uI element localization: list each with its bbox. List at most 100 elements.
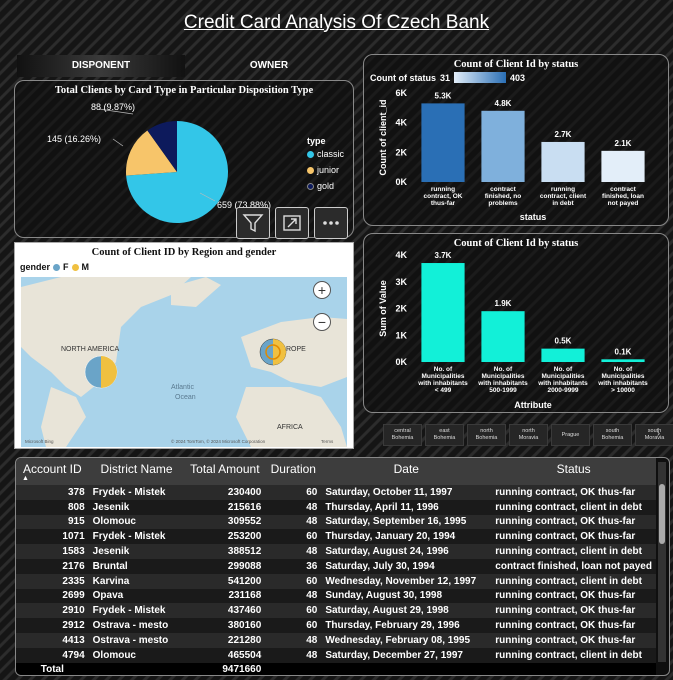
bar[interactable] bbox=[541, 141, 585, 182]
y-tick-label: 4K bbox=[395, 250, 407, 260]
cell-status: running contract, OK thus-far bbox=[491, 588, 656, 604]
tab-owner[interactable]: OWNER bbox=[185, 55, 353, 77]
pie-label-gold: 88 (9.87%) bbox=[91, 102, 135, 112]
bar[interactable] bbox=[421, 263, 465, 362]
table-row[interactable]: 2335 Karvina 541200 60 Wednesday, November 1… bbox=[16, 573, 656, 589]
cell-status: running contract, client in debt bbox=[491, 573, 656, 589]
bar[interactable] bbox=[481, 311, 525, 362]
bar[interactable] bbox=[481, 110, 525, 182]
bar[interactable] bbox=[601, 150, 645, 182]
y-tick-label: 4K bbox=[395, 118, 407, 128]
x-category-label: No. of bbox=[554, 366, 573, 373]
column-header-duration[interactable]: Duration bbox=[265, 458, 322, 485]
cell-date: Thursday, February 29, 1996 bbox=[321, 618, 492, 633]
cell-district-name: Ostrava - mesto bbox=[88, 618, 185, 633]
gold-legend-dot bbox=[307, 182, 314, 190]
x-category-label: Municipalities bbox=[542, 373, 585, 380]
bar[interactable] bbox=[541, 348, 585, 362]
table-row[interactable]: 1583 Jesenik 388512 48 Saturday, August 24, … bbox=[16, 544, 656, 559]
cell-duration: 60 bbox=[265, 618, 322, 633]
column-header-total-amount[interactable]: Total Amount bbox=[184, 458, 266, 485]
cell-district-name: Opava bbox=[88, 588, 185, 604]
legend-item-gold[interactable]: gold bbox=[307, 181, 334, 191]
cell-status: contract finished, loan not payed bbox=[491, 558, 656, 574]
slicer-next-arrow-icon[interactable]: › bbox=[657, 428, 660, 438]
tab-disponent[interactable]: DISPONENT bbox=[17, 55, 185, 77]
bar[interactable] bbox=[421, 103, 465, 182]
column-header-account-id[interactable]: Account ID ▲ bbox=[16, 458, 89, 485]
cell-duration: 36 bbox=[265, 558, 322, 574]
cell-duration: 60 bbox=[265, 485, 322, 500]
cell-status: running contract, OK thus-far bbox=[491, 529, 656, 545]
zoom-out-button[interactable]: − bbox=[313, 313, 331, 331]
x-category-label: running bbox=[551, 186, 575, 193]
table-row[interactable]: 4794 Olomouc 465504 48 Saturday, December 27… bbox=[16, 647, 656, 663]
region-slicer: central Bohemia east Bohemia north Bohemia … bbox=[383, 424, 673, 446]
table-scroll-thumb[interactable] bbox=[659, 484, 665, 544]
table-header-row: Account ID ▲ District Name Total Amount D… bbox=[16, 458, 656, 485]
table-row[interactable]: 2910 Frydek - Mistek 437460 60 Saturday, Aug… bbox=[16, 603, 656, 619]
status-bar-chart-panel: Count of Client Id by status Count of st… bbox=[363, 54, 669, 226]
x-category-label: No. of bbox=[434, 366, 453, 373]
female-legend-dot bbox=[53, 263, 61, 271]
table-row[interactable]: 808 Jesenik 215616 48 Thursday, April 11, 19… bbox=[16, 499, 656, 515]
cell-duration: 60 bbox=[265, 529, 322, 545]
cell-district-name: Karvina bbox=[88, 573, 185, 589]
x-category-label: Municipalities bbox=[422, 373, 465, 380]
more-options-icon[interactable] bbox=[314, 207, 348, 239]
municipalities-bar-chart[interactable]: 0K1K2K3K4KSum of Value3.7KNo. ofMunicipa… bbox=[364, 234, 670, 414]
y-axis-label: Count of client_id bbox=[378, 100, 388, 176]
cell-date: Wednesday, February 08, 1995 bbox=[321, 632, 492, 648]
cell-date: Saturday, December 27, 1997 bbox=[321, 647, 492, 663]
y-tick-label: 0K bbox=[395, 357, 407, 367]
cell-district-name: Olomouc bbox=[88, 514, 185, 530]
table-row[interactable]: 2176 Bruntal 299088 36 Saturday, July 30, 19… bbox=[16, 558, 656, 574]
dashboard-title: Credit Card Analysis Of Czech Bank bbox=[183, 12, 490, 33]
status-bar-chart[interactable]: 0K2K4K6KCount of client_id5.3Krunningcon… bbox=[364, 55, 670, 227]
cell-district-name: Jesenik bbox=[88, 499, 185, 515]
table-total-row: Total 9471660 bbox=[16, 662, 656, 675]
x-category-label: with inhabitants bbox=[597, 380, 648, 387]
slicer-south-moravia[interactable]: south Moravia bbox=[635, 424, 673, 446]
x-category-label: with inhabitants bbox=[537, 380, 588, 387]
visual-header-toolbar bbox=[236, 207, 348, 239]
bar-data-label: 1.9K bbox=[495, 299, 512, 308]
slicer-south-bohemia[interactable]: south Bohemia bbox=[593, 424, 632, 446]
cell-account-id: 378 bbox=[16, 485, 89, 500]
table-row[interactable]: 2912 Ostrava - mesto 380160 60 Thursday, Feb… bbox=[16, 618, 656, 633]
bar[interactable] bbox=[601, 359, 645, 362]
total-label: Total bbox=[16, 662, 89, 675]
cell-status: running contract, OK thus-far bbox=[491, 603, 656, 619]
cell-district-name: Frydek - Mistek bbox=[88, 603, 185, 619]
table-row[interactable]: 915 Olomouc 309552 48 Saturday, September 16… bbox=[16, 514, 656, 530]
table-row[interactable]: 378 Frydek - Mistek 230400 60 Saturday, Octo… bbox=[16, 485, 656, 500]
cell-account-id: 2335 bbox=[16, 573, 89, 589]
column-header-status[interactable]: Status bbox=[491, 458, 656, 485]
municipalities-bar-chart-panel: Count of Client Id by status 0K 1K 2K 3K 4K S… bbox=[363, 233, 669, 413]
legend-item-classic[interactable]: classic bbox=[307, 149, 344, 159]
pie-label-junior: 145 (16.26%) bbox=[47, 134, 101, 144]
cell-date: Saturday, September 16, 1995 bbox=[321, 514, 492, 530]
column-header-date[interactable]: Date bbox=[321, 458, 492, 485]
slicer-north-bohemia[interactable]: north Bohemia bbox=[467, 424, 506, 446]
map-label-north-america: NORTH AMERICA bbox=[61, 346, 120, 353]
world-map[interactable]: NORTH AMERICA ROPE AFRICA Atlantic Ocean… bbox=[21, 277, 347, 447]
cell-total-amount: 221280 bbox=[184, 632, 266, 648]
cell-duration: 48 bbox=[265, 544, 322, 559]
cell-account-id: 1071 bbox=[16, 529, 89, 545]
table-row[interactable]: 2699 Opava 231168 48 Sunday, August 30, 1998… bbox=[16, 588, 656, 604]
zoom-in-button[interactable]: + bbox=[313, 281, 331, 299]
legend-item-junior[interactable]: junior bbox=[307, 165, 339, 175]
focus-mode-icon[interactable] bbox=[275, 207, 309, 239]
filter-icon[interactable] bbox=[236, 207, 270, 239]
column-header-district-name[interactable]: District Name bbox=[88, 458, 185, 485]
slicer-central-bohemia[interactable]: central Bohemia bbox=[383, 424, 422, 446]
cell-status: running contract, OK thus-far bbox=[491, 632, 656, 648]
cell-district-name: Jesenik bbox=[88, 544, 185, 559]
table-row[interactable]: 1071 Frydek - Mistek 253200 60 Thursday, Jan… bbox=[16, 529, 656, 545]
table-row[interactable]: 4413 Ostrava - mesto 221280 48 Wednesday, Fe… bbox=[16, 632, 656, 648]
cell-date: Saturday, August 24, 1996 bbox=[321, 544, 492, 559]
slicer-east-bohemia[interactable]: east Bohemia bbox=[425, 424, 464, 446]
slicer-north-moravia[interactable]: north Moravia bbox=[509, 424, 548, 446]
slicer-prague[interactable]: Prague bbox=[551, 424, 590, 446]
